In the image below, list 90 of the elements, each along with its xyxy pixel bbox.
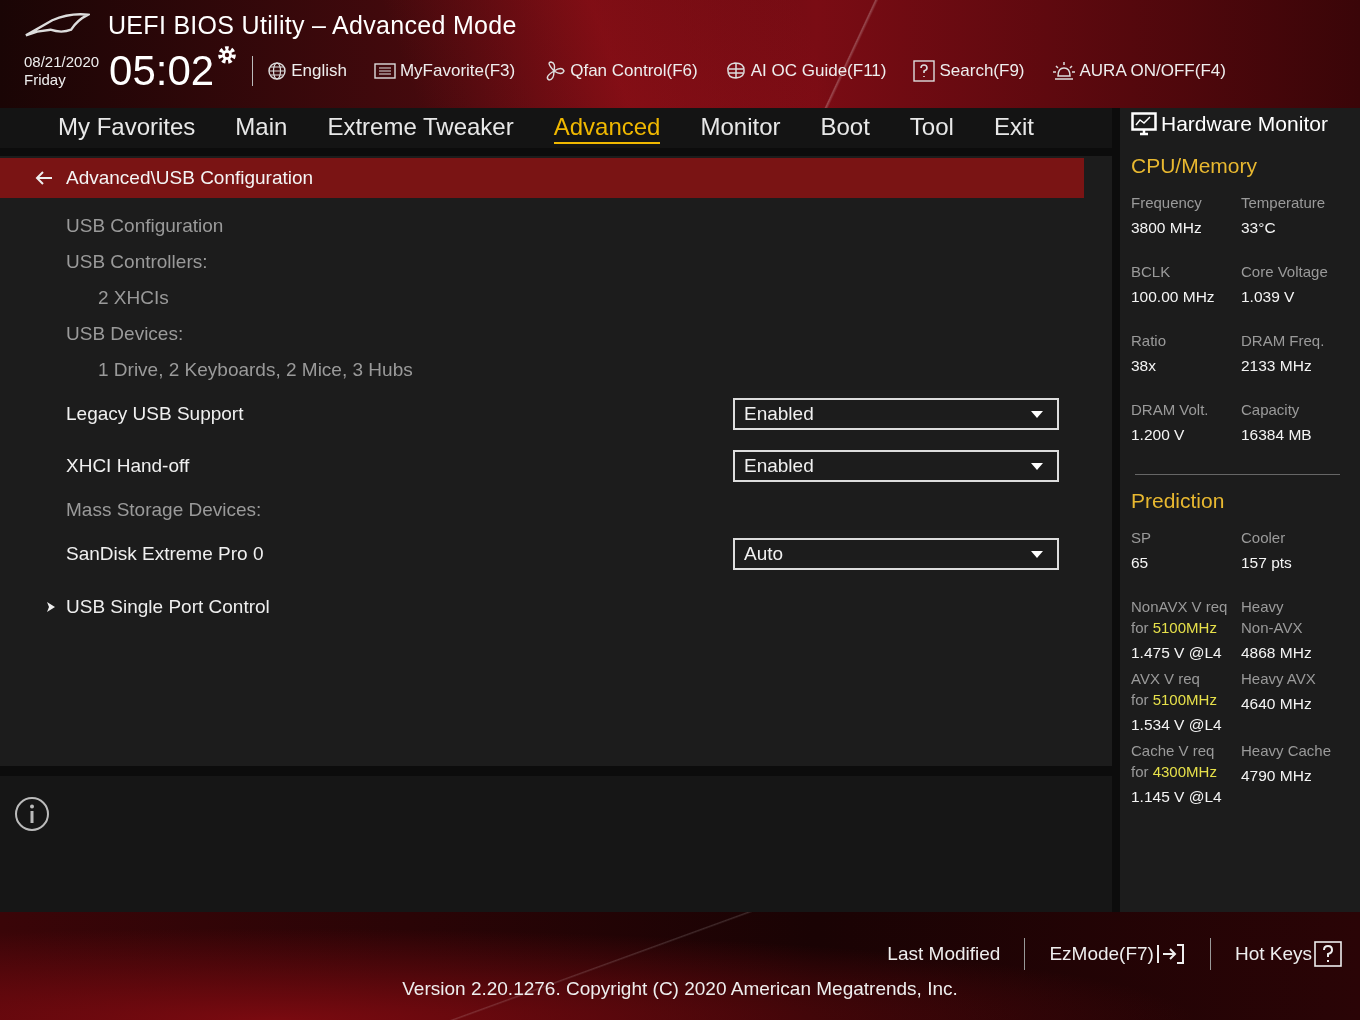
- settings-icon[interactable]: [216, 44, 239, 66]
- menu-tab[interactable]: Boot: [820, 112, 870, 144]
- setting-label: XHCI Hand-off: [66, 455, 190, 477]
- metric-label: Non-AVX: [1241, 618, 1304, 638]
- metric-label: Heavy Cache: [1241, 741, 1333, 761]
- help-search-icon: [913, 60, 936, 82]
- version-text: Version 2.20.1276. Copyright (C) 2020 American Megatrends, Inc.: [402, 978, 958, 1000]
- date-text: 08/21/2020: [24, 53, 100, 71]
- chevron-icon: [46, 601, 56, 613]
- metric-value: 2133 MHz: [1241, 356, 1313, 376]
- toolbar-button[interactable]: Qfan Control(F6): [542, 60, 698, 82]
- metric-label: for 5100MHz: [1131, 618, 1218, 638]
- exit-icon: [1155, 943, 1186, 965]
- metric-label: Heavy: [1241, 597, 1285, 617]
- footer-button[interactable]: EzMode(F7): [1049, 943, 1186, 965]
- day-text: Friday: [24, 71, 67, 89]
- menu-tab[interactable]: Advanced: [553, 112, 661, 144]
- metric-value: 65: [1131, 553, 1150, 573]
- panel-title: Hardware Monitor: [1161, 112, 1328, 136]
- metric-label: Cache V req: [1131, 741, 1216, 761]
- section-label: USB Configuration: [66, 214, 225, 238]
- metric-label: BCLK: [1131, 262, 1172, 282]
- dropdown[interactable]: Auto: [733, 538, 1059, 570]
- toolbar-button[interactable]: MyFavorite(F3): [373, 61, 516, 81]
- setting-label: SanDisk Extreme Pro 0: [66, 543, 264, 565]
- metric-value: 3800 MHz: [1131, 218, 1203, 238]
- section-label: USB Devices:: [66, 322, 185, 346]
- metric-label: Capacity: [1241, 400, 1301, 420]
- caret-icon: [1031, 462, 1043, 470]
- menu-tab[interactable]: Monitor: [700, 112, 781, 144]
- metric-label: Temperature: [1241, 193, 1327, 213]
- submenu-link[interactable]: USB Single Port Control: [66, 596, 270, 618]
- dropdown[interactable]: Enabled: [733, 398, 1059, 430]
- help-icon: [1314, 941, 1342, 967]
- metric-label: DRAM Freq.: [1241, 331, 1326, 351]
- metric-value: 1.534 V @L4: [1131, 715, 1223, 735]
- footer-button[interactable]: Hot Keys: [1234, 941, 1342, 967]
- info-value: 1 Drive, 2 Keyboards, 2 Mice, 3 Hubs: [97, 358, 414, 382]
- breadcrumb-bar[interactable]: Advanced\USB Configuration: [0, 158, 1084, 198]
- metric-value: 1.200 V: [1131, 425, 1186, 445]
- info-icon: [14, 796, 50, 832]
- breadcrumb-path: Advanced\USB Configuration: [66, 167, 314, 189]
- metric-value: 38x: [1131, 356, 1157, 376]
- toolbar-button[interactable]: Search(F9): [913, 60, 1025, 82]
- toolbar-button[interactable]: AI OC Guide(F11): [724, 61, 887, 81]
- footer-button[interactable]: Last Modified: [887, 943, 1001, 965]
- caret-icon: [1031, 550, 1043, 558]
- metric-label: DRAM Volt.: [1131, 400, 1210, 420]
- section-title: Prediction: [1131, 489, 1226, 513]
- metric-value: 1.145 V @L4: [1131, 787, 1223, 807]
- metric-value: 33°C: [1241, 218, 1277, 238]
- section-label: USB Controllers:: [66, 250, 209, 274]
- window-title: UEFI BIOS Utility – Advanced Mode: [108, 10, 517, 40]
- menu-tab[interactable]: Tool: [909, 112, 954, 144]
- caret-icon: [1031, 410, 1043, 418]
- monitor-icon: [1131, 112, 1157, 136]
- section-title: CPU/Memory: [1131, 154, 1258, 178]
- metric-label: Heavy AVX: [1241, 669, 1317, 689]
- metric-value: 4790 MHz: [1241, 766, 1313, 786]
- menu-tab[interactable]: My Favorites: [58, 112, 196, 144]
- toolbar-button[interactable]: AURA ON/OFF(F4): [1051, 60, 1226, 82]
- metric-label: Core Voltage: [1241, 262, 1329, 282]
- menu-tab[interactable]: Main: [235, 112, 288, 144]
- metric-label: Frequency: [1131, 193, 1203, 213]
- metric-label: SP: [1131, 528, 1152, 548]
- metric-label: Cooler: [1241, 528, 1287, 548]
- menu-tab[interactable]: Extreme Tweaker: [327, 112, 514, 144]
- metric-label: for 4300MHz: [1131, 762, 1218, 782]
- back-arrow-icon[interactable]: [34, 170, 54, 186]
- info-value: 2 XHCIs: [97, 286, 170, 310]
- metric-value: 100.00 MHz: [1131, 287, 1216, 307]
- metric-label: NonAVX V req: [1131, 597, 1229, 617]
- list-icon: [373, 62, 396, 80]
- light-icon: [1051, 60, 1076, 82]
- toolbar-button[interactable]: English: [267, 61, 347, 81]
- menu-tab[interactable]: Exit: [993, 112, 1034, 144]
- section-label: Mass Storage Devices:: [66, 498, 263, 522]
- metric-label: for 5100MHz: [1131, 690, 1218, 710]
- metric-value: 157 pts: [1241, 553, 1293, 573]
- metric-value: 1.039 V: [1241, 287, 1296, 307]
- metric-value: 1.475 V @L4: [1131, 643, 1223, 663]
- metric-value: 4640 MHz: [1241, 694, 1313, 714]
- clock-time: 05:02: [109, 50, 215, 92]
- globe-icon: [267, 61, 288, 81]
- setting-label: Legacy USB Support: [66, 403, 244, 425]
- metric-value: 4868 MHz: [1241, 643, 1313, 663]
- metric-value: 16384 MB: [1241, 425, 1313, 445]
- metric-label: AVX V req: [1131, 669, 1201, 689]
- dropdown[interactable]: Enabled: [733, 450, 1059, 482]
- metric-label: Ratio: [1131, 331, 1168, 351]
